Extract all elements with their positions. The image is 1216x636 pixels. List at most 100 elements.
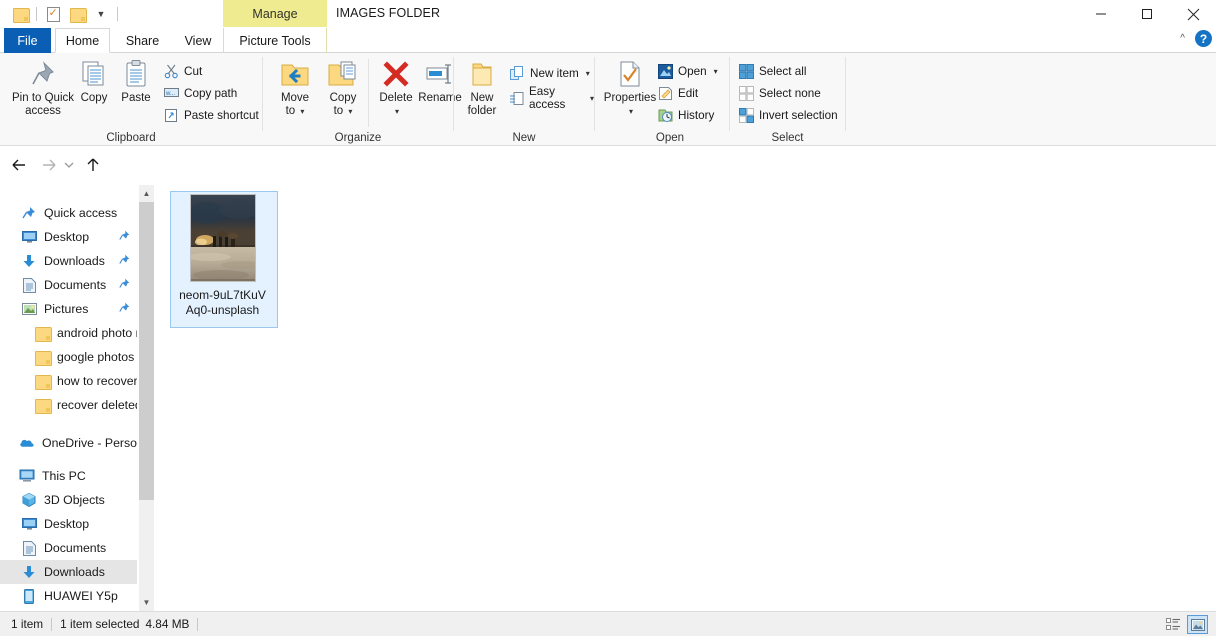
sidebar-item-recover-deleted[interactable]: recover deleted p [0,393,137,417]
copy-path-icon: w... [163,85,179,101]
main-area: Quick access Desktop Downloads Documents… [0,185,1216,611]
new-item-label: New item [530,66,579,80]
open-button[interactable]: Open ▾ [657,61,718,81]
pin-icon [21,205,37,221]
pictures-icon [21,301,37,317]
rename-icon [424,57,456,89]
up-button[interactable] [80,152,106,178]
sidebar-item-label: Downloads [44,565,105,579]
pin-indicator-icon[interactable] [119,302,130,316]
open-caret-icon[interactable]: ▾ [714,67,718,76]
select-none-label: Select none [759,86,821,100]
pin-to-quick-access-button[interactable]: Pin to Quick access [8,57,78,118]
collapse-ribbon-icon[interactable]: ^ [1180,33,1185,44]
open-image-icon [657,63,673,79]
properties-caret-icon[interactable]: ▾ [629,105,633,118]
ribbon-right-controls: ^ ? [1180,30,1212,47]
sidebar-item-huawei-y5p[interactable]: HUAWEI Y5p [0,584,137,608]
pin-indicator-icon[interactable] [119,278,130,292]
maximize-button[interactable] [1124,0,1170,28]
delete-icon [381,57,411,89]
sidebar-item-label: how to recover e [57,374,137,388]
paste-shortcut-label: Paste shortcut [184,108,259,122]
sidebar-item-how-to-recover[interactable]: how to recover e [0,369,137,393]
open-label: Open [678,64,707,78]
file-item[interactable]: neom-9uL7tKuV Aq0-unsplash [170,194,275,318]
sidebar-item-quick-access[interactable]: Quick access [0,201,137,225]
recent-locations-button[interactable] [60,152,78,178]
minimize-button[interactable] [1078,0,1124,28]
new-item-button[interactable]: New item ▾ [509,63,590,83]
pin-indicator-icon[interactable] [119,254,130,268]
sidebar-item-3d-objects[interactable]: 3D Objects [0,488,137,512]
qat-folder-icon[interactable] [8,2,32,26]
document-icon [21,277,37,293]
paste-label: Paste [121,92,151,104]
tab-home[interactable]: Home [55,28,110,53]
delete-button[interactable]: Delete ▾ [375,57,417,118]
sidebar-item-desktop-pc[interactable]: Desktop [0,512,137,536]
history-button[interactable]: History [657,105,714,125]
ribbon-group-open: Properties ▾ Open ▾ Edit History Open [595,53,745,146]
chevron-down-icon[interactable]: ▼ [89,2,113,26]
pin-indicator-icon[interactable] [119,230,130,244]
sidebar-item-pictures-qa[interactable]: Pictures [0,297,137,321]
ribbon-separator-5 [845,57,846,131]
sidebar-item-documents-pc[interactable]: Documents [0,536,137,560]
properties-icon[interactable] [41,2,65,26]
scroll-up-arrow-icon[interactable]: ▲ [139,185,154,202]
copy-button[interactable]: Copy [76,57,112,105]
sidebar-item-label: Pictures [44,302,89,316]
delete-caret-icon[interactable]: ▾ [395,105,399,118]
sidebar-item-google-photos-recovery[interactable]: google photos r [0,345,137,369]
tab-view[interactable]: View [174,28,222,53]
pin-icon [29,57,57,89]
sidebar-item-desktop-qa[interactable]: Desktop [0,225,137,249]
quick-access-toolbar: ▼ [8,2,122,26]
large-icons-view-button[interactable] [1187,615,1208,634]
paste-shortcut-button[interactable]: Paste shortcut [163,105,259,125]
edit-button[interactable]: Edit [657,83,698,103]
tab-share[interactable]: Share [116,28,169,53]
sidebar-item-downloads-qa[interactable]: Downloads [0,249,137,273]
sidebar-item-label: OneDrive - Person [42,436,137,450]
copy-path-button[interactable]: w... Copy path [163,83,237,103]
new-folder-button[interactable]: New folder [460,57,504,118]
folder-icon [34,349,52,366]
sidebar-item-documents-qa[interactable]: Documents [0,273,137,297]
sidebar-item-downloads-pc[interactable]: Downloads [0,560,137,584]
properties-button[interactable]: Properties ▾ [599,57,661,118]
help-icon[interactable]: ? [1195,30,1212,47]
cut-button[interactable]: Cut [163,61,202,81]
sidebar-item-this-pc[interactable]: This PC [0,464,137,488]
sidebar-item-android-photo-recovery[interactable]: android photo re [0,321,137,345]
file-list-pane[interactable]: neom-9uL7tKuV Aq0-unsplash [156,185,1216,611]
invert-selection-button[interactable]: Invert selection [738,105,838,125]
new-item-icon [509,65,525,81]
group-label-new: New [512,132,536,144]
scrollbar-thumb[interactable] [139,202,154,500]
select-all-label: Select all [759,64,807,78]
copy-to-button[interactable]: Copy to ▾ [321,57,365,118]
new-item-caret-icon[interactable]: ▾ [586,69,590,78]
move-to-button[interactable]: Move to ▾ [273,57,317,118]
sidebar-item-onedrive-personal[interactable]: OneDrive - Person [0,431,137,455]
new-folder-icon[interactable] [65,2,89,26]
details-view-button[interactable] [1163,615,1184,634]
select-none-button[interactable]: Select none [738,83,821,103]
easy-access-button[interactable]: Easy access ▾ [509,85,594,111]
tab-file[interactable]: File [4,28,51,53]
select-all-button[interactable]: Select all [738,61,806,81]
status-size: 4.84 MB [145,617,190,631]
scroll-down-arrow-icon[interactable]: ▼ [139,594,154,611]
sidebar-item-label: recover deleted p [57,398,137,412]
status-divider-2 [197,617,199,631]
paste-shortcut-icon [163,107,179,123]
paste-button[interactable]: Paste [116,57,156,105]
sidebar-item-label: Quick access [44,206,118,220]
close-button[interactable] [1170,0,1216,28]
status-divider-1 [51,617,53,631]
tab-picture-tools[interactable]: Picture Tools [223,28,327,53]
navigation-pane-scrollbar[interactable]: ▲ ▼ [139,185,154,611]
back-button[interactable] [6,152,32,178]
